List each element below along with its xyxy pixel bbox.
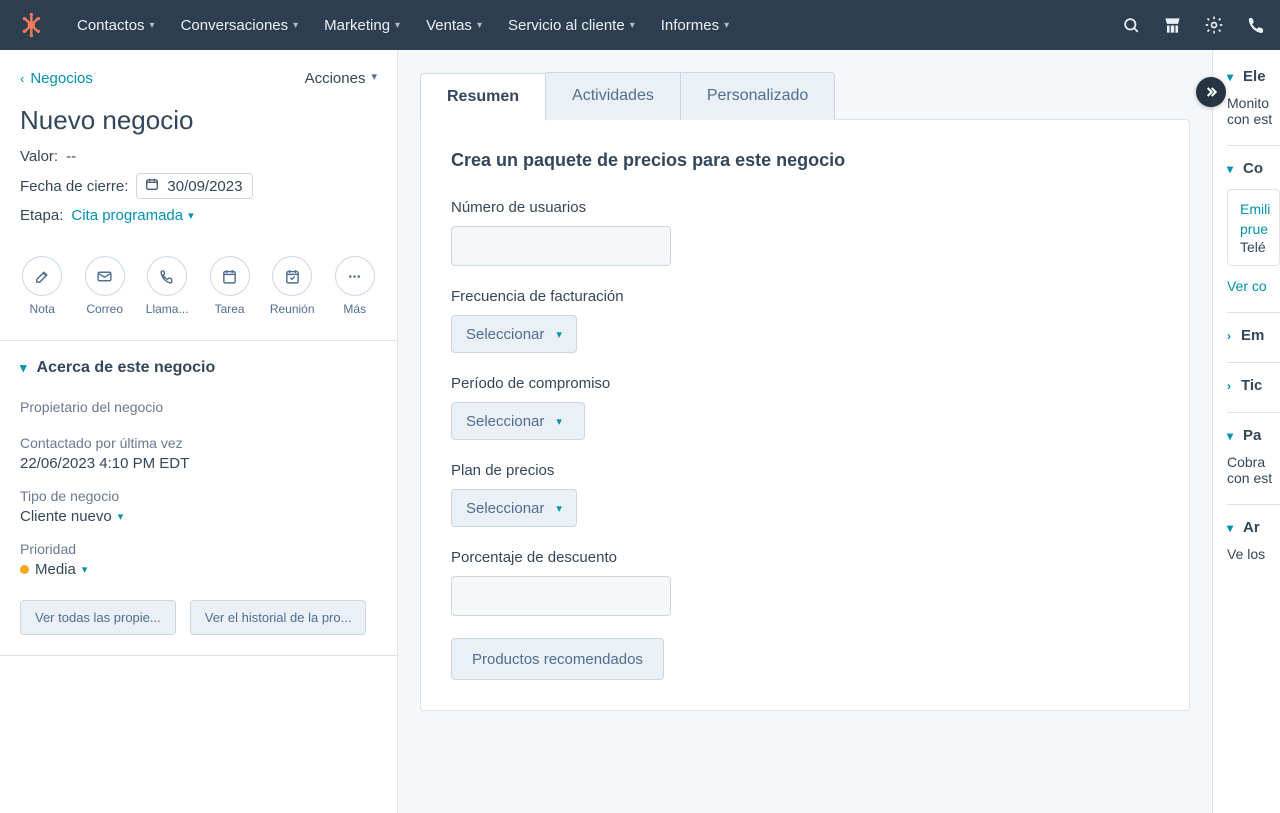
chevron-down-icon: ▾ — [188, 209, 194, 222]
plan-label: Plan de precios — [451, 462, 1159, 479]
tab-actividades[interactable]: Actividades — [546, 72, 681, 120]
top-nav: Contactos▾ Conversaciones▾ Marketing▾ Ve… — [0, 0, 1280, 50]
search-icon[interactable] — [1122, 16, 1141, 35]
companies-section-header[interactable]: ›Em — [1227, 327, 1280, 344]
value-text: -- — [66, 148, 76, 165]
actions-menu[interactable]: Acciones▾ — [305, 70, 377, 87]
note-button[interactable]: Nota — [20, 256, 64, 316]
discount-label: Porcentaje de descuento — [451, 549, 1159, 566]
phone-icon[interactable] — [1246, 16, 1265, 35]
contact-card[interactable]: Emili prue Telé — [1227, 189, 1280, 266]
stage-row: Etapa: Cita programada▾ — [20, 207, 377, 224]
chevron-down-icon: ▾ — [395, 20, 400, 31]
chevron-down-icon: ▾ — [630, 20, 635, 31]
chevron-down-icon: ▾ — [20, 360, 27, 376]
quick-actions-row: Nota Correo Llama... Tarea Reunión Más — [20, 256, 377, 316]
expand-right-panel-button[interactable] — [1196, 77, 1226, 107]
chevron-down-icon: ▾ — [1227, 162, 1233, 176]
chevron-down-icon: ▾ — [477, 20, 482, 31]
elements-text: Monito — [1227, 95, 1280, 111]
tab-personalizado[interactable]: Personalizado — [681, 72, 835, 120]
view-history-button[interactable]: Ver el historial de la pro... — [190, 600, 367, 635]
contacts-section-header[interactable]: ▾Co — [1227, 160, 1280, 177]
chevron-down-icon: ▾ — [724, 20, 729, 31]
chevron-down-icon: ▾ — [82, 563, 88, 576]
tickets-section-header[interactable]: ›Tic — [1227, 377, 1280, 394]
status-dot-icon — [20, 565, 29, 574]
nav-servicio[interactable]: Servicio al cliente▾ — [498, 9, 645, 42]
left-sidebar: ‹Negocios Acciones▾ Nuevo negocio Valor:… — [0, 50, 398, 813]
deal-type-label: Tipo de negocio — [20, 488, 377, 504]
nav-contactos[interactable]: Contactos▾ — [67, 9, 165, 42]
tab-resumen[interactable]: Resumen — [420, 73, 546, 121]
chevron-down-icon: ▾ — [1227, 70, 1233, 84]
plan-select[interactable]: Seleccionar▾ — [451, 489, 577, 527]
archives-section-header[interactable]: ▾Ar — [1227, 519, 1280, 536]
billing-label: Frecuencia de facturación — [451, 288, 1159, 305]
nav-conversaciones[interactable]: Conversaciones▾ — [171, 9, 309, 42]
close-date-label: Fecha de cierre: — [20, 178, 128, 195]
stage-label: Etapa: — [20, 207, 63, 224]
chevron-down-icon: ▾ — [118, 510, 124, 523]
nav-marketing[interactable]: Marketing▾ — [314, 9, 410, 42]
chevron-down-icon: ▾ — [556, 415, 562, 428]
priority-dropdown[interactable]: Media▾ — [20, 561, 377, 578]
chevron-down-icon: ▾ — [1227, 521, 1233, 535]
chevron-down-icon: ▾ — [371, 70, 377, 87]
pricing-card: Crea un paquete de precios para este neg… — [420, 119, 1190, 711]
gear-icon[interactable] — [1204, 15, 1224, 35]
tabs: Resumen Actividades Personalizado — [420, 72, 1190, 120]
calendar-icon — [145, 177, 159, 195]
mail-button[interactable]: Correo — [82, 256, 126, 316]
elements-text-2: con est — [1227, 111, 1280, 127]
close-date-picker[interactable]: 30/09/2023 — [136, 173, 253, 199]
call-button[interactable]: Llama... — [145, 256, 189, 316]
priority-label: Prioridad — [20, 541, 377, 557]
stage-dropdown[interactable]: Cita programada▾ — [71, 207, 193, 224]
nav-menu: Contactos▾ Conversaciones▾ Marketing▾ Ve… — [67, 9, 739, 42]
payments-section-header[interactable]: ▾Pa — [1227, 427, 1280, 444]
users-input[interactable] — [451, 226, 671, 266]
commit-select[interactable]: Seleccionar▾ — [451, 402, 585, 440]
last-contact-label: Contactado por última vez — [20, 435, 377, 451]
back-link[interactable]: ‹Negocios — [20, 70, 93, 87]
deal-value-row: Valor: -- — [20, 148, 377, 165]
commit-label: Período de compromiso — [451, 375, 1159, 392]
more-button[interactable]: Más — [333, 256, 377, 316]
elements-section-header[interactable]: ▾Ele — [1227, 68, 1280, 85]
chevron-down-icon: ▾ — [1227, 429, 1233, 443]
billing-select[interactable]: Seleccionar▾ — [451, 315, 577, 353]
recommend-products-button[interactable]: Productos recomendados — [451, 638, 664, 680]
chevron-left-icon: ‹ — [20, 71, 24, 86]
deal-type-dropdown[interactable]: Cliente nuevo▾ — [20, 508, 377, 525]
hubspot-logo-icon[interactable] — [15, 9, 47, 41]
chevron-down-icon: ▾ — [293, 20, 298, 31]
about-section-header[interactable]: ▾ Acerca de este negocio — [20, 359, 377, 377]
users-label: Número de usuarios — [451, 199, 1159, 216]
close-date-row: Fecha de cierre: 30/09/2023 — [20, 173, 377, 199]
chevron-down-icon: ▾ — [556, 328, 562, 341]
marketplace-icon[interactable] — [1163, 16, 1182, 35]
right-sidebar: ▾Ele Monito con est ▾Co Emili prue Telé … — [1212, 50, 1280, 813]
task-button[interactable]: Tarea — [207, 256, 251, 316]
chevron-right-icon: › — [1227, 379, 1231, 393]
meeting-button[interactable]: Reunión — [270, 256, 315, 316]
owner-label: Propietario del negocio — [20, 399, 377, 415]
chevron-down-icon: ▾ — [556, 502, 562, 515]
chevron-right-icon: › — [1227, 329, 1231, 343]
deal-title: Nuevo negocio — [20, 105, 377, 136]
chevron-down-icon: ▾ — [150, 20, 155, 31]
view-contacts-link[interactable]: Ver co — [1227, 278, 1280, 294]
last-contact-value: 22/06/2023 4:10 PM EDT — [20, 455, 377, 472]
discount-input[interactable] — [451, 576, 671, 616]
nav-informes[interactable]: Informes▾ — [651, 9, 739, 42]
value-label: Valor: — [20, 148, 58, 165]
card-title: Crea un paquete de precios para este neg… — [451, 150, 1159, 171]
view-all-properties-button[interactable]: Ver todas las propie... — [20, 600, 176, 635]
nav-ventas[interactable]: Ventas▾ — [416, 9, 492, 42]
center-pane: Resumen Actividades Personalizado Crea u… — [398, 50, 1212, 813]
